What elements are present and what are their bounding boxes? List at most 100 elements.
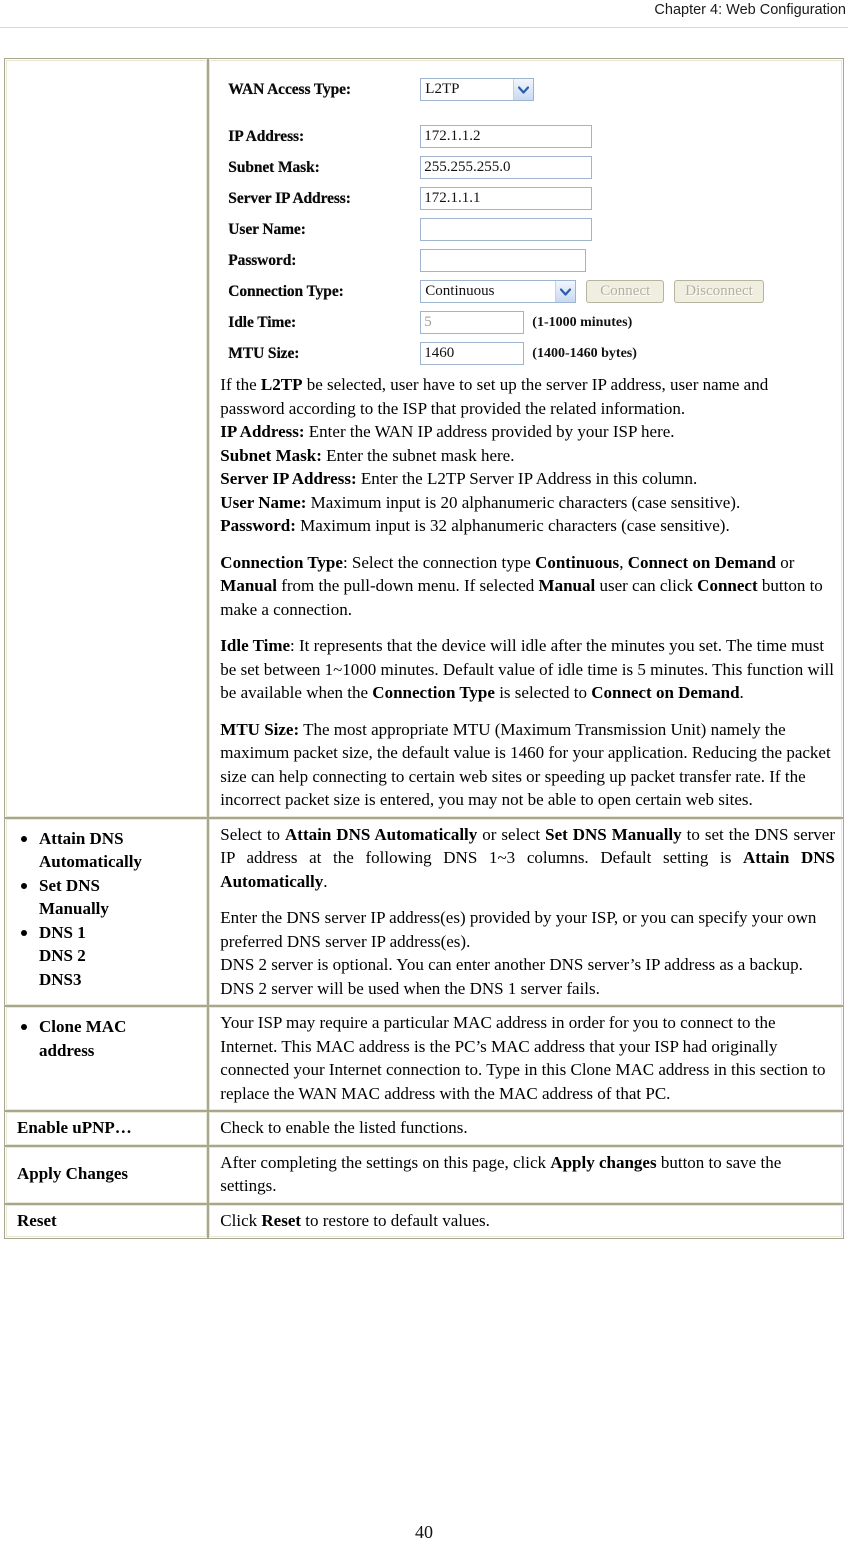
subnet-mask-input[interactable] (420, 156, 593, 179)
ip-address-input[interactable] (420, 125, 593, 148)
ip-address-label: IP Address: (228, 127, 305, 145)
paragraph-ip-address: IP Address: Enter the WAN IP address pro… (220, 420, 835, 444)
page-running-header: Chapter 4: Web Configuration (0, 0, 848, 28)
text-run: : Select the connection type (342, 552, 536, 572)
paragraph-dns-backup: DNS 2 server is optional. You can enter … (220, 955, 803, 998)
text-run: . (739, 683, 744, 702)
list-item: Attain DNS Automatically (17, 827, 200, 874)
upnp-label: Enable uPNP… (17, 1118, 132, 1137)
row-label-cell-clone-mac: Clone MAC address (3, 1005, 210, 1112)
ui-row-password: Password: (228, 245, 835, 276)
ui-row-ip-address: IP Address: (228, 121, 835, 152)
wan-access-type-select[interactable]: L2TP (420, 78, 535, 101)
bullet-icon (21, 1024, 27, 1030)
text-run: from the pull-down menu. If selected (276, 576, 539, 595)
connect-button[interactable]: Connect (586, 280, 665, 303)
list-item-label: DNS 1 (39, 922, 86, 942)
server-ip-address-label: Server IP Address: (228, 189, 351, 207)
bullet-icon (21, 929, 27, 936)
text-run: user can click (595, 576, 698, 595)
paragraph-l2tp-intro: If the L2TP be selected, user have to se… (220, 373, 835, 420)
text-run: is selected to (494, 683, 592, 702)
idle-time-label: Idle Time: (228, 313, 297, 331)
text-run: If the (220, 375, 261, 394)
list-item-sublabel: DNS 2 (39, 946, 86, 965)
ui-row-mtu-size: MTU Size: (1400-1460 bytes) (228, 338, 835, 369)
wan-access-type-label: WAN Access Type: (228, 80, 351, 98)
text-run: Click (220, 1210, 262, 1230)
mtu-size-input[interactable] (420, 342, 525, 365)
text-run: be selected, user have to set up the ser… (220, 375, 769, 418)
connection-type-value: Continuous (425, 283, 495, 299)
paragraph-dns-select: Select to Attain DNS Automatically or se… (220, 823, 835, 894)
text-run-bold: Connect (697, 576, 758, 595)
text-run: Select to (220, 824, 286, 844)
list-item-label: Set DNS (39, 875, 100, 895)
password-label: Password: (228, 251, 297, 269)
idle-time-range-hint: (1-1000 minutes) (532, 314, 633, 330)
row-label-cell-apply-changes: Apply Changes (3, 1144, 210, 1205)
paragraph-upnp: Check to enable the listed functions. (220, 1118, 468, 1137)
text-run-bold: Password: (220, 516, 296, 535)
row-content-cell-clone-mac: Your ISP may require a particular MAC ad… (207, 1005, 844, 1112)
row-content-cell-dns: Select to Attain DNS Automatically or se… (207, 816, 844, 1007)
connection-type-label: Connection Type: (228, 282, 344, 300)
table-row: WAN Access Type: L2TP IP Address: Subnet… (3, 58, 844, 819)
text-run: Enter the subnet mask here. (321, 445, 515, 465)
ui-row-connection-type: Connection Type: Continuous Connect Disc… (228, 276, 835, 307)
text-run: The most appropriate MTU (Maximum Transm… (220, 719, 831, 810)
list-item: Clone MAC address (17, 1015, 200, 1062)
text-run-bold: Reset (261, 1210, 302, 1230)
paragraph-subnet-mask: Subnet Mask: Enter the subnet mask here. (220, 444, 835, 468)
row-label-cell-wan (3, 58, 210, 819)
paragraph-apply-changes: After completing the settings on this pa… (220, 1151, 835, 1198)
list-item-sublabel: DNS3 (39, 969, 82, 989)
bullet-icon (21, 835, 27, 842)
bullet-icon (21, 882, 27, 889)
text-run-bold: Continuous (535, 552, 620, 572)
text-run: Maximum input is 32 alphanumeric charact… (295, 516, 730, 535)
text-run-bold: IP Address: (220, 422, 305, 441)
paragraph-connection-type: Connection Type: Select the connection t… (220, 551, 835, 622)
password-input[interactable] (420, 249, 587, 272)
list-item: Set DNS Manually (17, 874, 200, 921)
text-run: or (775, 552, 795, 572)
text-run-bold: Idle Time (220, 636, 291, 655)
table-row: Reset Click Reset to restore to default … (3, 1202, 844, 1239)
paragraph-mtu-size: MTU Size: The most appropriate MTU (Maxi… (220, 718, 835, 812)
text-run-bold: Manual (220, 576, 277, 595)
text-run-bold: Server IP Address: (220, 469, 357, 488)
paragraph-reset: Click Reset to restore to default values… (220, 1209, 835, 1233)
disconnect-button[interactable]: Disconnect (674, 280, 764, 303)
chevron-down-icon (555, 281, 576, 302)
page-number: 40 (415, 1522, 433, 1542)
paragraph-password: Password: Maximum input is 32 alphanumer… (220, 514, 835, 538)
connection-type-select[interactable]: Continuous (420, 280, 577, 303)
server-ip-address-input[interactable] (420, 187, 593, 210)
ui-row-idle-time: Idle Time: (1-1000 minutes) (228, 307, 835, 338)
table-row: Clone MAC address Your ISP may require a … (3, 1005, 844, 1112)
row-label-cell-dns: Attain DNS Automatically Set DNS Manually … (3, 816, 210, 1007)
wan-access-type-value: L2TP (425, 81, 460, 97)
text-run: Enter the WAN IP address provided by you… (304, 422, 675, 441)
text-run-bold: Manual (538, 576, 596, 595)
idle-time-input[interactable] (420, 311, 525, 334)
list-item-label: Clone MAC (39, 1017, 127, 1036)
list-item-sublabel: Automatically (39, 852, 142, 871)
user-name-input[interactable] (420, 218, 593, 241)
row-content-cell-reset: Click Reset to restore to default values… (207, 1202, 844, 1239)
table-row: Apply Changes After completing the setti… (3, 1144, 844, 1205)
text-run-bold: L2TP (260, 375, 303, 394)
ui-row-server-ip-address: Server IP Address: (228, 183, 835, 214)
table-row: Attain DNS Automatically Set DNS Manually … (3, 816, 844, 1007)
text-run-bold: Set DNS Manually (545, 824, 682, 844)
text-run-bold: Connection Type (372, 683, 495, 702)
ui-row-wan-access-type: WAN Access Type: L2TP (228, 74, 835, 105)
mtu-size-label: MTU Size: (228, 344, 300, 362)
list-item-sublabel: Manually (39, 899, 109, 918)
configuration-reference-table: WAN Access Type: L2TP IP Address: Subnet… (3, 58, 844, 1239)
text-run: , (619, 552, 628, 572)
paragraph-clone-mac: Your ISP may require a particular MAC ad… (220, 1013, 826, 1103)
row-content-cell-upnp: Check to enable the listed functions. (207, 1110, 844, 1147)
text-run: or select (477, 824, 546, 844)
